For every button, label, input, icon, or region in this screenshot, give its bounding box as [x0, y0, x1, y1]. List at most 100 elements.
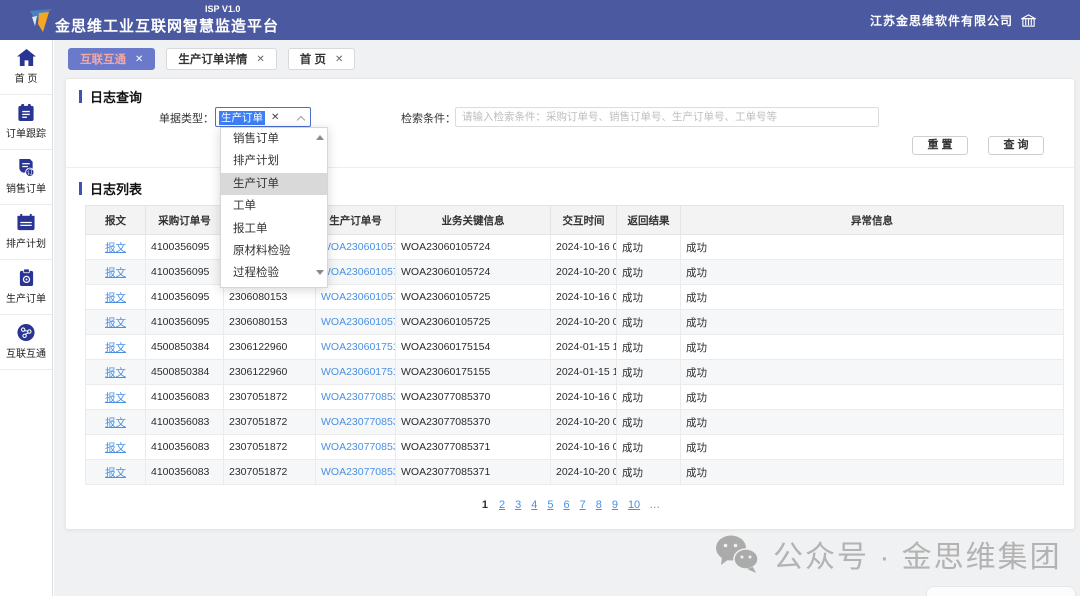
- production-order-link[interactable]: WOA23060175155: [321, 366, 396, 378]
- message-link[interactable]: 报文: [105, 442, 126, 454]
- production-order-cell: WOA23077085371: [316, 435, 396, 460]
- dropdown-option[interactable]: 原材料检验: [221, 240, 327, 262]
- table-cell: 成功: [617, 435, 681, 460]
- table-cell: 4100356095: [146, 310, 224, 335]
- table-row: 报文41003560832307051872WOA23077085370WOA2…: [86, 410, 1064, 435]
- doc-type-selected-value: 生产订单: [219, 111, 265, 125]
- tab-home[interactable]: 首 页 ✕: [288, 48, 356, 70]
- page-link[interactable]: 6: [563, 499, 569, 511]
- production-order-link[interactable]: WOA23077085371: [321, 466, 396, 478]
- tab-bar: 互联互通 ✕ 生产订单详情 ✕ 首 页 ✕: [54, 40, 1080, 78]
- message-link[interactable]: 报文: [105, 267, 126, 279]
- dropdown-option[interactable]: 销售订单: [221, 128, 327, 150]
- sidebar-item-order-tracking[interactable]: 订单跟踪: [0, 95, 52, 150]
- page-link[interactable]: 3: [515, 499, 521, 511]
- page-link[interactable]: 8: [596, 499, 602, 511]
- table-cell: 成功: [617, 335, 681, 360]
- dropdown-option[interactable]: 过程检验: [221, 262, 327, 284]
- production-order-cell: WOA23060105725: [316, 285, 396, 310]
- message-link[interactable]: 报文: [105, 317, 126, 329]
- table-cell: 成功: [617, 235, 681, 260]
- column-header: 报文: [86, 206, 146, 235]
- page-link[interactable]: 7: [580, 499, 586, 511]
- watermark-text: 公众号 · 金思维集团: [773, 532, 1062, 576]
- scroll-down-icon[interactable]: [316, 270, 324, 275]
- production-order-link[interactable]: WOA23060105725: [321, 291, 396, 303]
- page-current[interactable]: 1: [482, 499, 488, 511]
- search-input[interactable]: [455, 107, 879, 127]
- message-link[interactable]: 报文: [105, 242, 126, 254]
- dropdown-option[interactable]: 生产订单: [221, 173, 327, 195]
- message-link[interactable]: 报文: [105, 467, 126, 479]
- sidebar-item-sales-order[interactable]: 订 销售订单: [0, 150, 52, 205]
- page-link[interactable]: 9: [612, 499, 618, 511]
- app-window: ISP V1.0 金思维工业互联网智慧监造平台 江苏金思维软件有限公司 首 页: [0, 0, 1080, 596]
- production-order-link[interactable]: WOA23060175154: [321, 341, 396, 353]
- production-order-link[interactable]: WOA23077085370: [321, 391, 396, 403]
- dropdown-option[interactable]: 报工单: [221, 218, 327, 240]
- sidebar-item-interconnect[interactable]: 互联互通: [0, 315, 52, 370]
- message-link[interactable]: 报文: [105, 417, 126, 429]
- scroll-up-icon[interactable]: [316, 135, 324, 140]
- page-link[interactable]: 4: [531, 499, 537, 511]
- chevron-up-icon[interactable]: [298, 115, 305, 122]
- table-cell: 成功: [681, 335, 1064, 360]
- table-cell: 成功: [617, 285, 681, 310]
- table-cell: 2024-10-20 08:52:47: [551, 460, 617, 485]
- production-order-link[interactable]: WOA23077085370: [321, 416, 396, 428]
- production-order-link[interactable]: WOA23060105724: [321, 266, 396, 278]
- table-cell: 2024-10-16 09:30:54: [551, 385, 617, 410]
- message-link[interactable]: 报文: [105, 292, 126, 304]
- table-cell: 2024-01-15 10:00:59: [551, 335, 617, 360]
- app-version: ISP V1.0: [205, 4, 240, 14]
- production-order-link[interactable]: WOA23060105725: [321, 316, 396, 328]
- table-cell: WOA23077085370: [396, 410, 551, 435]
- table-cell: 成功: [617, 310, 681, 335]
- table-cell: 2306122960: [224, 335, 316, 360]
- table-cell: 成功: [681, 385, 1064, 410]
- doc-type-select[interactable]: 生产订单 ✕: [215, 107, 311, 127]
- message-link[interactable]: 报文: [105, 342, 126, 354]
- interconnect-icon: [16, 323, 36, 342]
- reset-button[interactable]: 重 置: [912, 136, 968, 155]
- order-track-icon: [16, 103, 36, 122]
- table-cell: 2307051872: [224, 385, 316, 410]
- building-icon: [1021, 13, 1036, 28]
- dropdown-option[interactable]: 工单: [221, 195, 327, 217]
- production-order-link[interactable]: WOA23077085371: [321, 441, 396, 453]
- sidebar: 首 页 订单跟踪 订 销售订单: [0, 40, 53, 596]
- sidebar-item-production-plan[interactable]: 排产计划: [0, 205, 52, 260]
- clear-icon[interactable]: ✕: [271, 111, 279, 125]
- tab-production-order-detail[interactable]: 生产订单详情 ✕: [166, 48, 276, 70]
- sidebar-item-home[interactable]: 首 页: [0, 40, 52, 95]
- section-accent-bar: [79, 90, 82, 103]
- table-cell: WOA23060105725: [396, 310, 551, 335]
- production-order-link[interactable]: WOA23060105724: [321, 241, 396, 253]
- column-header: 业务关键信息: [396, 206, 551, 235]
- close-icon[interactable]: ✕: [135, 54, 143, 65]
- page-link[interactable]: 2: [499, 499, 505, 511]
- sidebar-item-production-order[interactable]: 生产订单: [0, 260, 52, 315]
- close-icon[interactable]: ✕: [335, 54, 343, 65]
- production-order-cell: WOA23077085370: [316, 410, 396, 435]
- query-button[interactable]: 查 询: [988, 136, 1044, 155]
- table-row: 报文41003560952306080153WOA23060105725WOA2…: [86, 310, 1064, 335]
- dropdown-option[interactable]: 出厂检验: [221, 285, 327, 288]
- close-icon[interactable]: ✕: [256, 54, 264, 65]
- message-link[interactable]: 报文: [105, 392, 126, 404]
- page-link[interactable]: 10: [628, 499, 640, 511]
- page-more[interactable]: …: [649, 499, 660, 511]
- production-order-cell: WOA23060175155: [316, 360, 396, 385]
- dropdown-option[interactable]: 排产计划: [221, 150, 327, 172]
- table-cell: 4500850384: [146, 335, 224, 360]
- table-cell: WOA23060175155: [396, 360, 551, 385]
- message-link[interactable]: 报文: [105, 367, 126, 379]
- table-cell: WOA23060105725: [396, 285, 551, 310]
- tab-interconnect[interactable]: 互联互通 ✕: [68, 48, 155, 70]
- production-order-cell: WOA23077085371: [316, 460, 396, 485]
- table-cell: 成功: [681, 310, 1064, 335]
- page-link[interactable]: 5: [547, 499, 553, 511]
- table-cell: 成功: [617, 260, 681, 285]
- table-cell: 成功: [681, 435, 1064, 460]
- table-cell: 成功: [681, 260, 1064, 285]
